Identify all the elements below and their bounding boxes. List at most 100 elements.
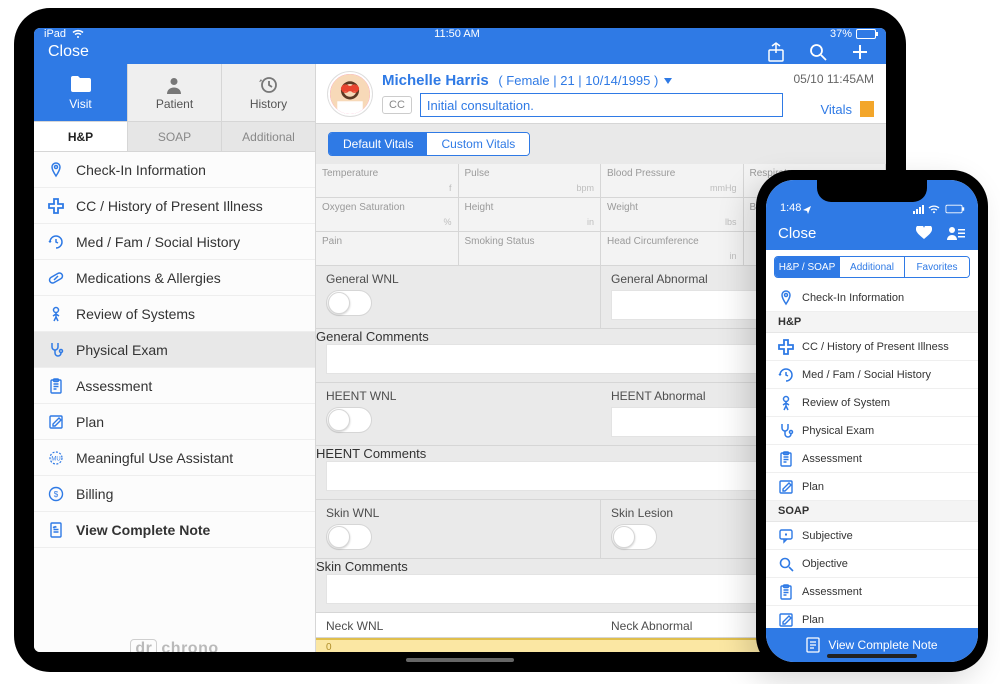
iphone-list-item[interactable]: Plan	[766, 606, 978, 628]
vitals-label: Temperature	[322, 168, 452, 179]
tab-visit[interactable]: Visit	[34, 64, 128, 121]
sidebar-item[interactable]: CC / History of Present Illness	[34, 188, 315, 224]
plan-icon	[778, 612, 794, 628]
neck-wnl-label: Neck WNL	[316, 613, 601, 637]
sidebar-item[interactable]: $ Billing	[34, 476, 315, 512]
status-time: 11:50 AM	[84, 28, 830, 40]
vitals-tab[interactable]: Default Vitals	[329, 133, 427, 155]
vitals-field[interactable]: Weight lbs	[601, 198, 744, 232]
cc-input[interactable]	[420, 93, 784, 117]
document-icon[interactable]	[860, 101, 874, 117]
add-icon[interactable]	[848, 40, 872, 64]
iphone-item-label: Assessment	[802, 586, 862, 598]
iphone-list-item[interactable]: Med / Fam / Social History	[766, 361, 978, 389]
vitals-label: Oxygen Saturation	[322, 202, 452, 213]
sidebar-item[interactable]: View Complete Note	[34, 512, 315, 548]
vitals-field[interactable]: Pain	[316, 232, 459, 266]
vitals-label: Smoking Status	[465, 236, 595, 247]
plus-med-icon	[46, 196, 66, 216]
sidebar-item[interactable]: MUMeaningful Use Assistant	[34, 440, 315, 476]
steth-icon	[46, 340, 66, 360]
chevron-down-icon[interactable]	[664, 78, 672, 84]
vitals-label: Pain	[322, 236, 452, 247]
user-menu-icon[interactable]	[946, 223, 966, 243]
heart-icon[interactable]	[914, 223, 934, 243]
clipboard-icon	[46, 376, 66, 396]
device-label: iPad	[44, 28, 66, 40]
patient-avatar[interactable]	[328, 72, 372, 116]
dollar-icon: $	[46, 484, 66, 504]
iphone-item-label: Objective	[802, 558, 848, 570]
ipad-nav-bar: Close	[34, 40, 886, 64]
sidebar-item[interactable]: Med / Fam / Social History	[34, 224, 315, 260]
svg-text:$: $	[54, 490, 59, 499]
iphone-list-item[interactable]: Check-In Information	[766, 284, 978, 312]
iphone-list-item[interactable]: Objective	[766, 550, 978, 578]
mu-icon: MU	[46, 448, 66, 468]
iphone-list-item[interactable]: Assessment	[766, 445, 978, 473]
subtab-soap[interactable]: SOAP	[128, 122, 222, 151]
iphone-device: 1:48 Close H&P / SOAPAdditionalFavorites…	[756, 170, 988, 672]
heent-wnl-toggle[interactable]	[326, 407, 372, 433]
iphone-tab[interactable]: Favorites	[905, 257, 969, 277]
iphone-list-item[interactable]: Review of System	[766, 389, 978, 417]
battery-icon	[946, 205, 963, 214]
vitals-unit: bpm	[465, 183, 595, 193]
vitals-field[interactable]: Temperaturef	[316, 164, 459, 198]
sidebar-item-label: Billing	[76, 486, 113, 502]
tab-patient[interactable]: Patient	[128, 64, 222, 121]
iphone-list-item[interactable]: Physical Exam	[766, 417, 978, 445]
iphone-list-item[interactable]: CC / History of Present Illness	[766, 333, 978, 361]
sidebar-item[interactable]: Medications & Allergies	[34, 260, 315, 296]
general-wnl-toggle[interactable]	[326, 290, 372, 316]
visit-timestamp: 05/10 11:45AM	[793, 72, 874, 86]
vitals-link[interactable]: Vitals	[820, 102, 852, 117]
patient-header: Michelle Harris ( Female | 21 | 10/14/19…	[316, 64, 886, 124]
folder-icon	[70, 75, 92, 95]
vitals-field[interactable]: Oxygen Saturation%	[316, 198, 459, 232]
iphone-list-item[interactable]: Assessment	[766, 578, 978, 606]
close-button[interactable]: Close	[48, 43, 89, 61]
iphone-item-label: Review of System	[802, 397, 890, 409]
sidebar-item-label: CC / History of Present Illness	[76, 198, 263, 214]
vitals-field[interactable]: Heightin	[459, 198, 602, 232]
iphone-list-item[interactable]: Plan	[766, 473, 978, 501]
sidebar-item[interactable]: Review of Systems	[34, 296, 315, 332]
iphone-item-label: Subjective	[802, 530, 853, 542]
vitals-field[interactable]: Smoking Status	[459, 232, 602, 266]
skin-wnl-toggle[interactable]	[326, 524, 372, 550]
patient-name[interactable]: Michelle Harris	[382, 72, 489, 89]
iphone-item-label: CC / History of Present Illness	[802, 341, 949, 353]
vitals-unit: lbs	[607, 217, 737, 227]
vitals-field[interactable]: Pulsebpm	[459, 164, 602, 198]
history-icon	[46, 232, 66, 252]
bubble-icon	[778, 528, 794, 544]
sidebar-item[interactable]: Plan	[34, 404, 315, 440]
iphone-item-label: Plan	[802, 481, 824, 493]
subtab-hp[interactable]: H&P	[34, 122, 128, 151]
sidebar-item[interactable]: Assessment	[34, 368, 315, 404]
vitals-tab[interactable]: Custom Vitals	[427, 133, 529, 155]
clipboard-icon	[778, 584, 794, 600]
search-icon[interactable]	[806, 40, 830, 64]
sidebar-item-label: Medications & Allergies	[76, 270, 221, 286]
person-icon	[46, 304, 66, 324]
iphone-list-item[interactable]: Subjective	[766, 522, 978, 550]
vitals-label: Head Circumference	[607, 236, 737, 247]
iphone-tab[interactable]: Additional	[840, 257, 905, 277]
subtab-addl[interactable]: Additional	[222, 122, 315, 151]
share-icon[interactable]	[764, 40, 788, 64]
iphone-close-button[interactable]: Close	[778, 225, 816, 242]
sidebar-item[interactable]: Physical Exam	[34, 332, 315, 368]
vitals-field[interactable]: Head Circumferencein	[601, 232, 744, 266]
vitals-label: Weight	[607, 202, 737, 213]
iphone-tab[interactable]: H&P / SOAP	[775, 257, 840, 277]
skin-lesion-toggle[interactable]	[611, 524, 657, 550]
general-wnl-label: General WNL	[316, 266, 600, 290]
plan-icon	[46, 412, 66, 432]
iphone-section-header: H&P	[766, 312, 978, 333]
sidebar-item[interactable]: Check-In Information	[34, 152, 315, 188]
tab-history[interactable]: History	[222, 64, 315, 121]
vitals-unit: in	[465, 217, 595, 227]
vitals-field[interactable]: Blood PressuremmHg	[601, 164, 744, 198]
